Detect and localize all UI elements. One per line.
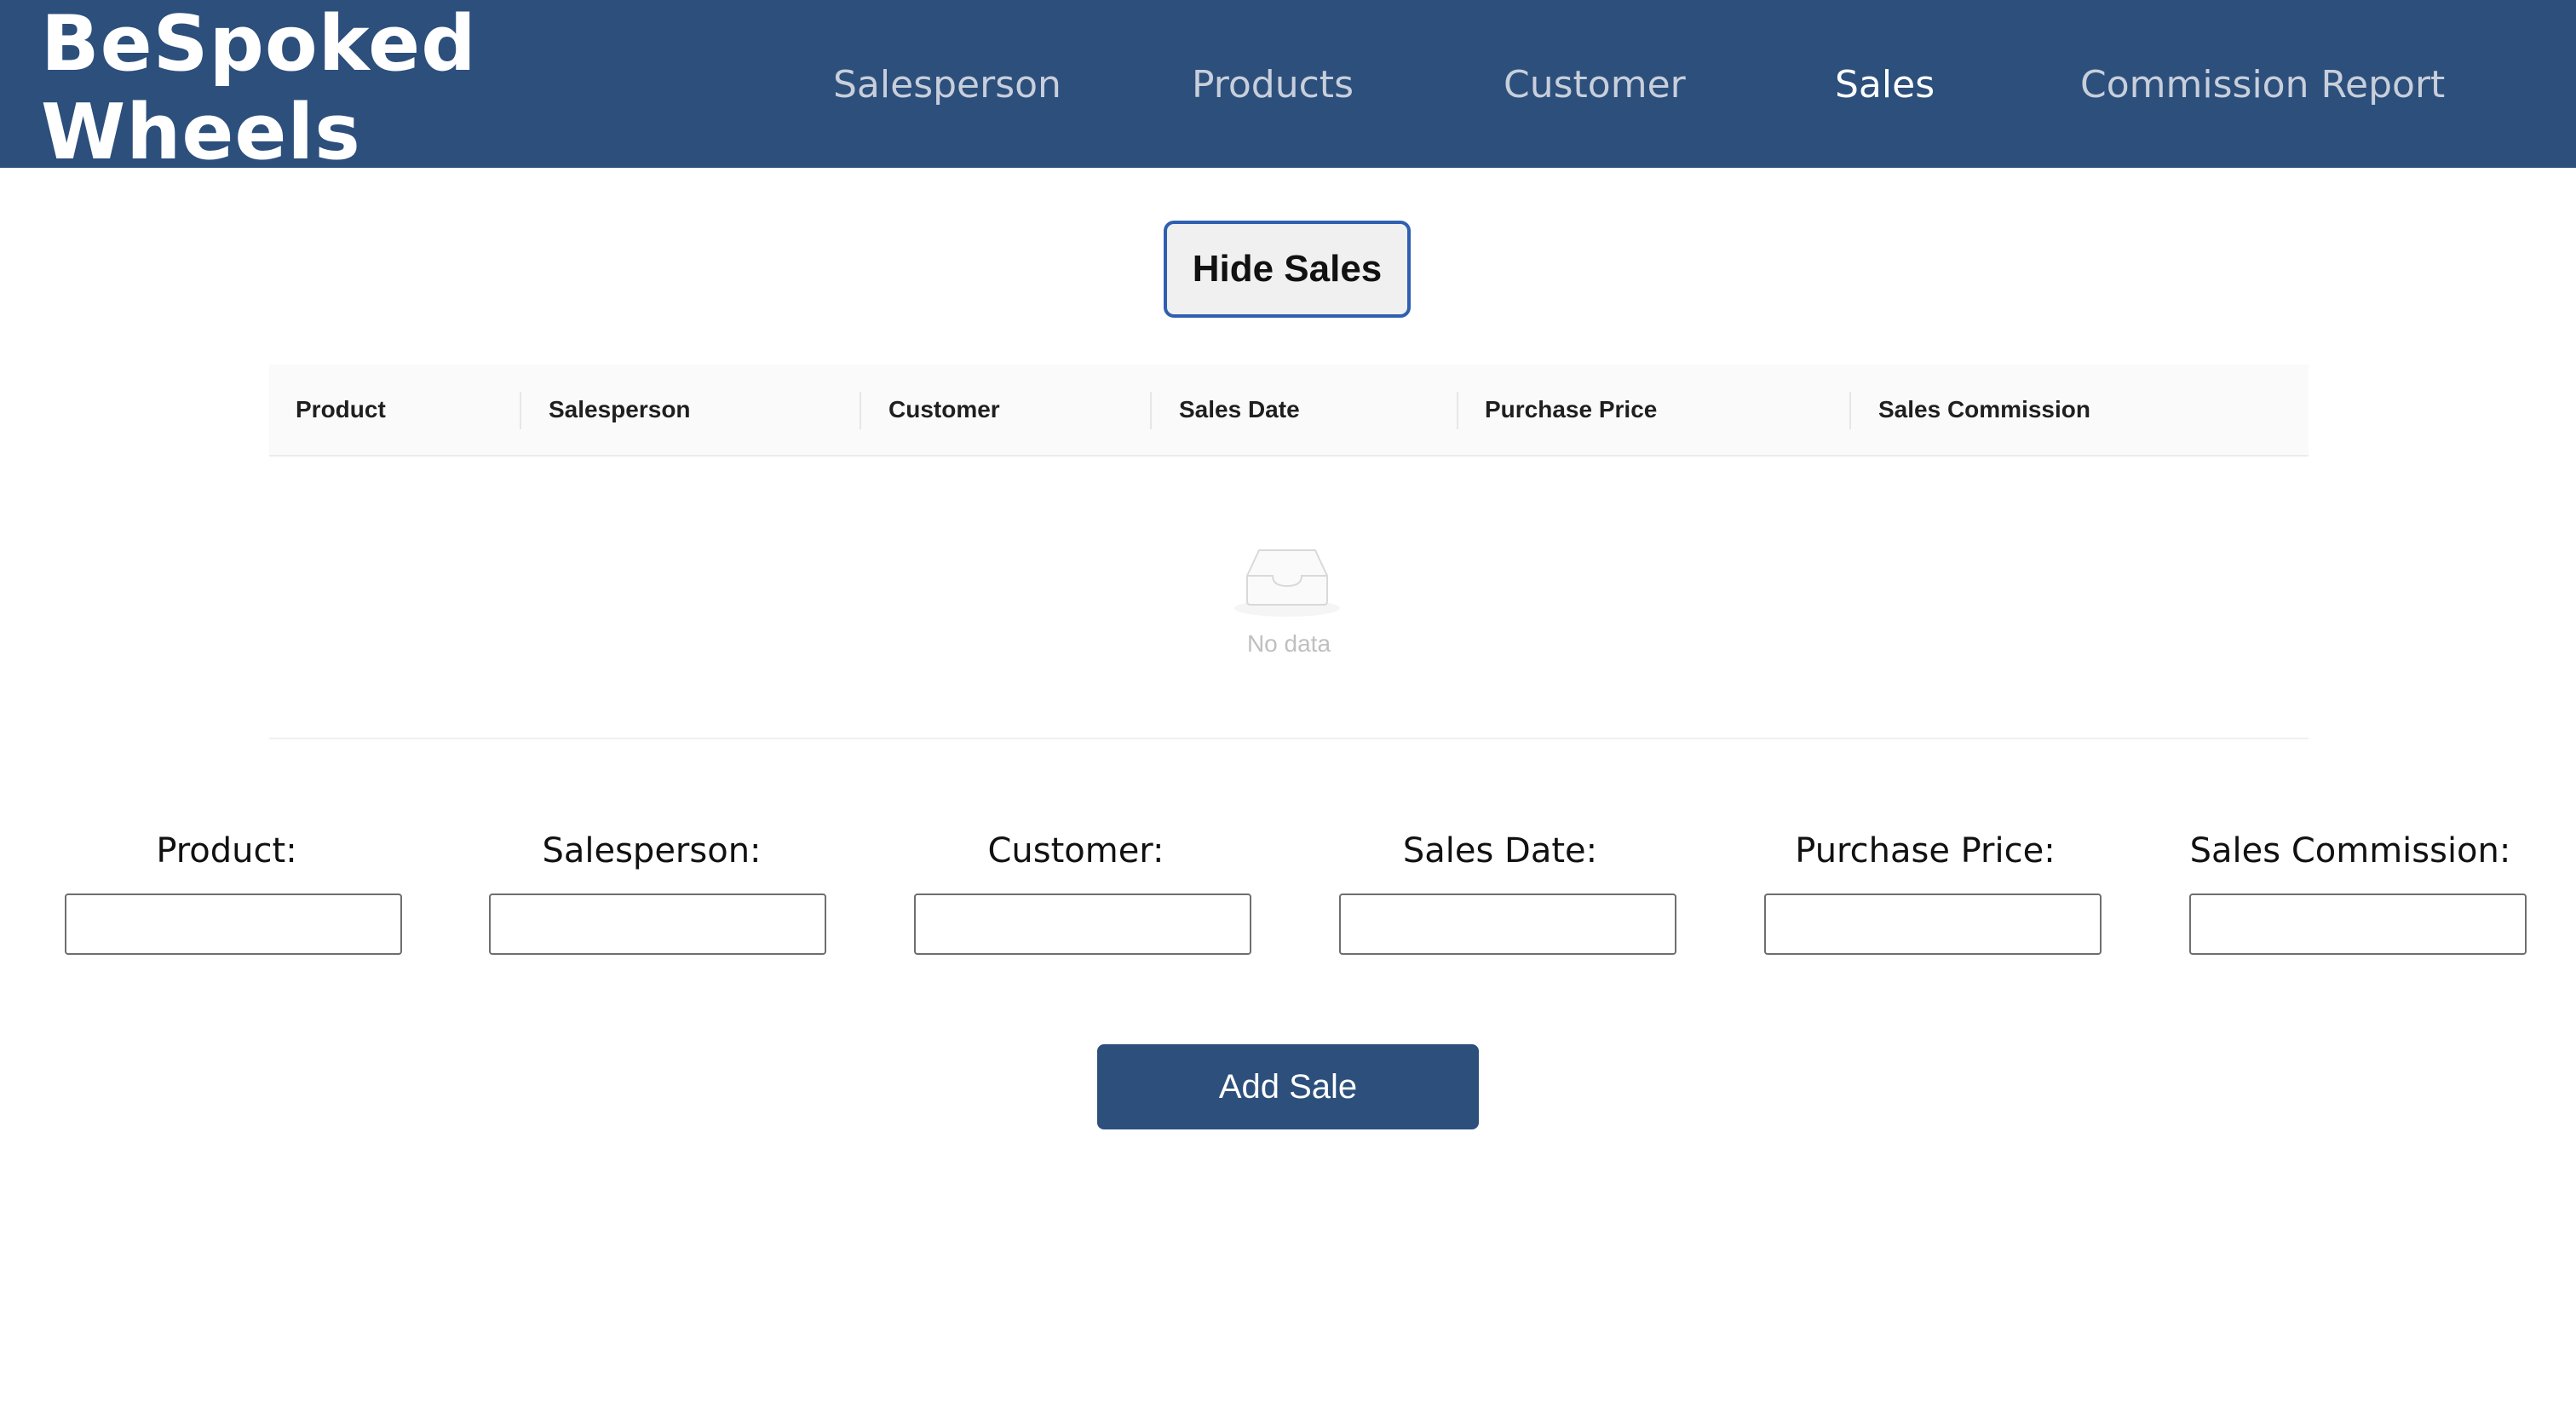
- column-header-customer[interactable]: Customer: [888, 365, 1000, 455]
- inbox-icon: [1234, 549, 1340, 617]
- empty-text: No data: [1246, 630, 1331, 657]
- column-divider: [1849, 392, 1851, 429]
- column-divider: [860, 392, 861, 429]
- customer-label: Customer:: [987, 831, 1164, 871]
- purchase-price-label: Purchase Price:: [1795, 831, 2056, 871]
- brand-line-1: BeSpoked: [41, 0, 477, 89]
- nav-item-commission-report[interactable]: Commission Report: [2080, 60, 2445, 111]
- table-header: Product Salesperson Customer Sales Date …: [269, 365, 2309, 457]
- nav-item-salesperson[interactable]: Salesperson: [833, 60, 1061, 111]
- brand-line-2: Wheels: [41, 88, 361, 177]
- salesperson-input[interactable]: [489, 893, 826, 955]
- sales-commission-label: Sales Commission:: [2189, 831, 2511, 871]
- top-navbar: BeSpoked Wheels Salesperson Products Cus…: [0, 0, 2576, 177]
- nav-item-sales[interactable]: Sales: [1835, 60, 1935, 111]
- sales-date-input[interactable]: [1339, 893, 1676, 955]
- nav-item-products[interactable]: Products: [1192, 60, 1354, 111]
- column-header-product[interactable]: Product: [296, 365, 386, 455]
- product-label: Product:: [156, 831, 297, 871]
- column-divider: [1457, 392, 1458, 429]
- column-header-salesperson[interactable]: Salesperson: [549, 365, 691, 455]
- brand-logo[interactable]: BeSpoked Wheels: [41, 0, 477, 177]
- column-header-purchase-price[interactable]: Purchase Price: [1485, 365, 1657, 455]
- table-empty-state: No data: [269, 457, 2309, 739]
- hide-sales-button[interactable]: Hide Sales: [1164, 221, 1411, 318]
- column-divider: [1150, 392, 1152, 429]
- column-header-sales-date[interactable]: Sales Date: [1179, 365, 1300, 455]
- sales-commission-input[interactable]: [2189, 893, 2527, 955]
- product-input[interactable]: [65, 893, 402, 955]
- column-divider: [520, 392, 521, 429]
- purchase-price-input[interactable]: [1764, 893, 2102, 955]
- sales-date-label: Sales Date:: [1402, 831, 1598, 871]
- add-sale-button[interactable]: Add Sale: [1097, 1044, 1479, 1129]
- salesperson-label: Salesperson:: [542, 831, 762, 871]
- nav-item-customer[interactable]: Customer: [1504, 60, 1686, 111]
- column-header-sales-commission[interactable]: Sales Commission: [1878, 365, 2090, 455]
- sales-table: Product Salesperson Customer Sales Date …: [269, 365, 2309, 741]
- customer-input[interactable]: [914, 893, 1251, 955]
